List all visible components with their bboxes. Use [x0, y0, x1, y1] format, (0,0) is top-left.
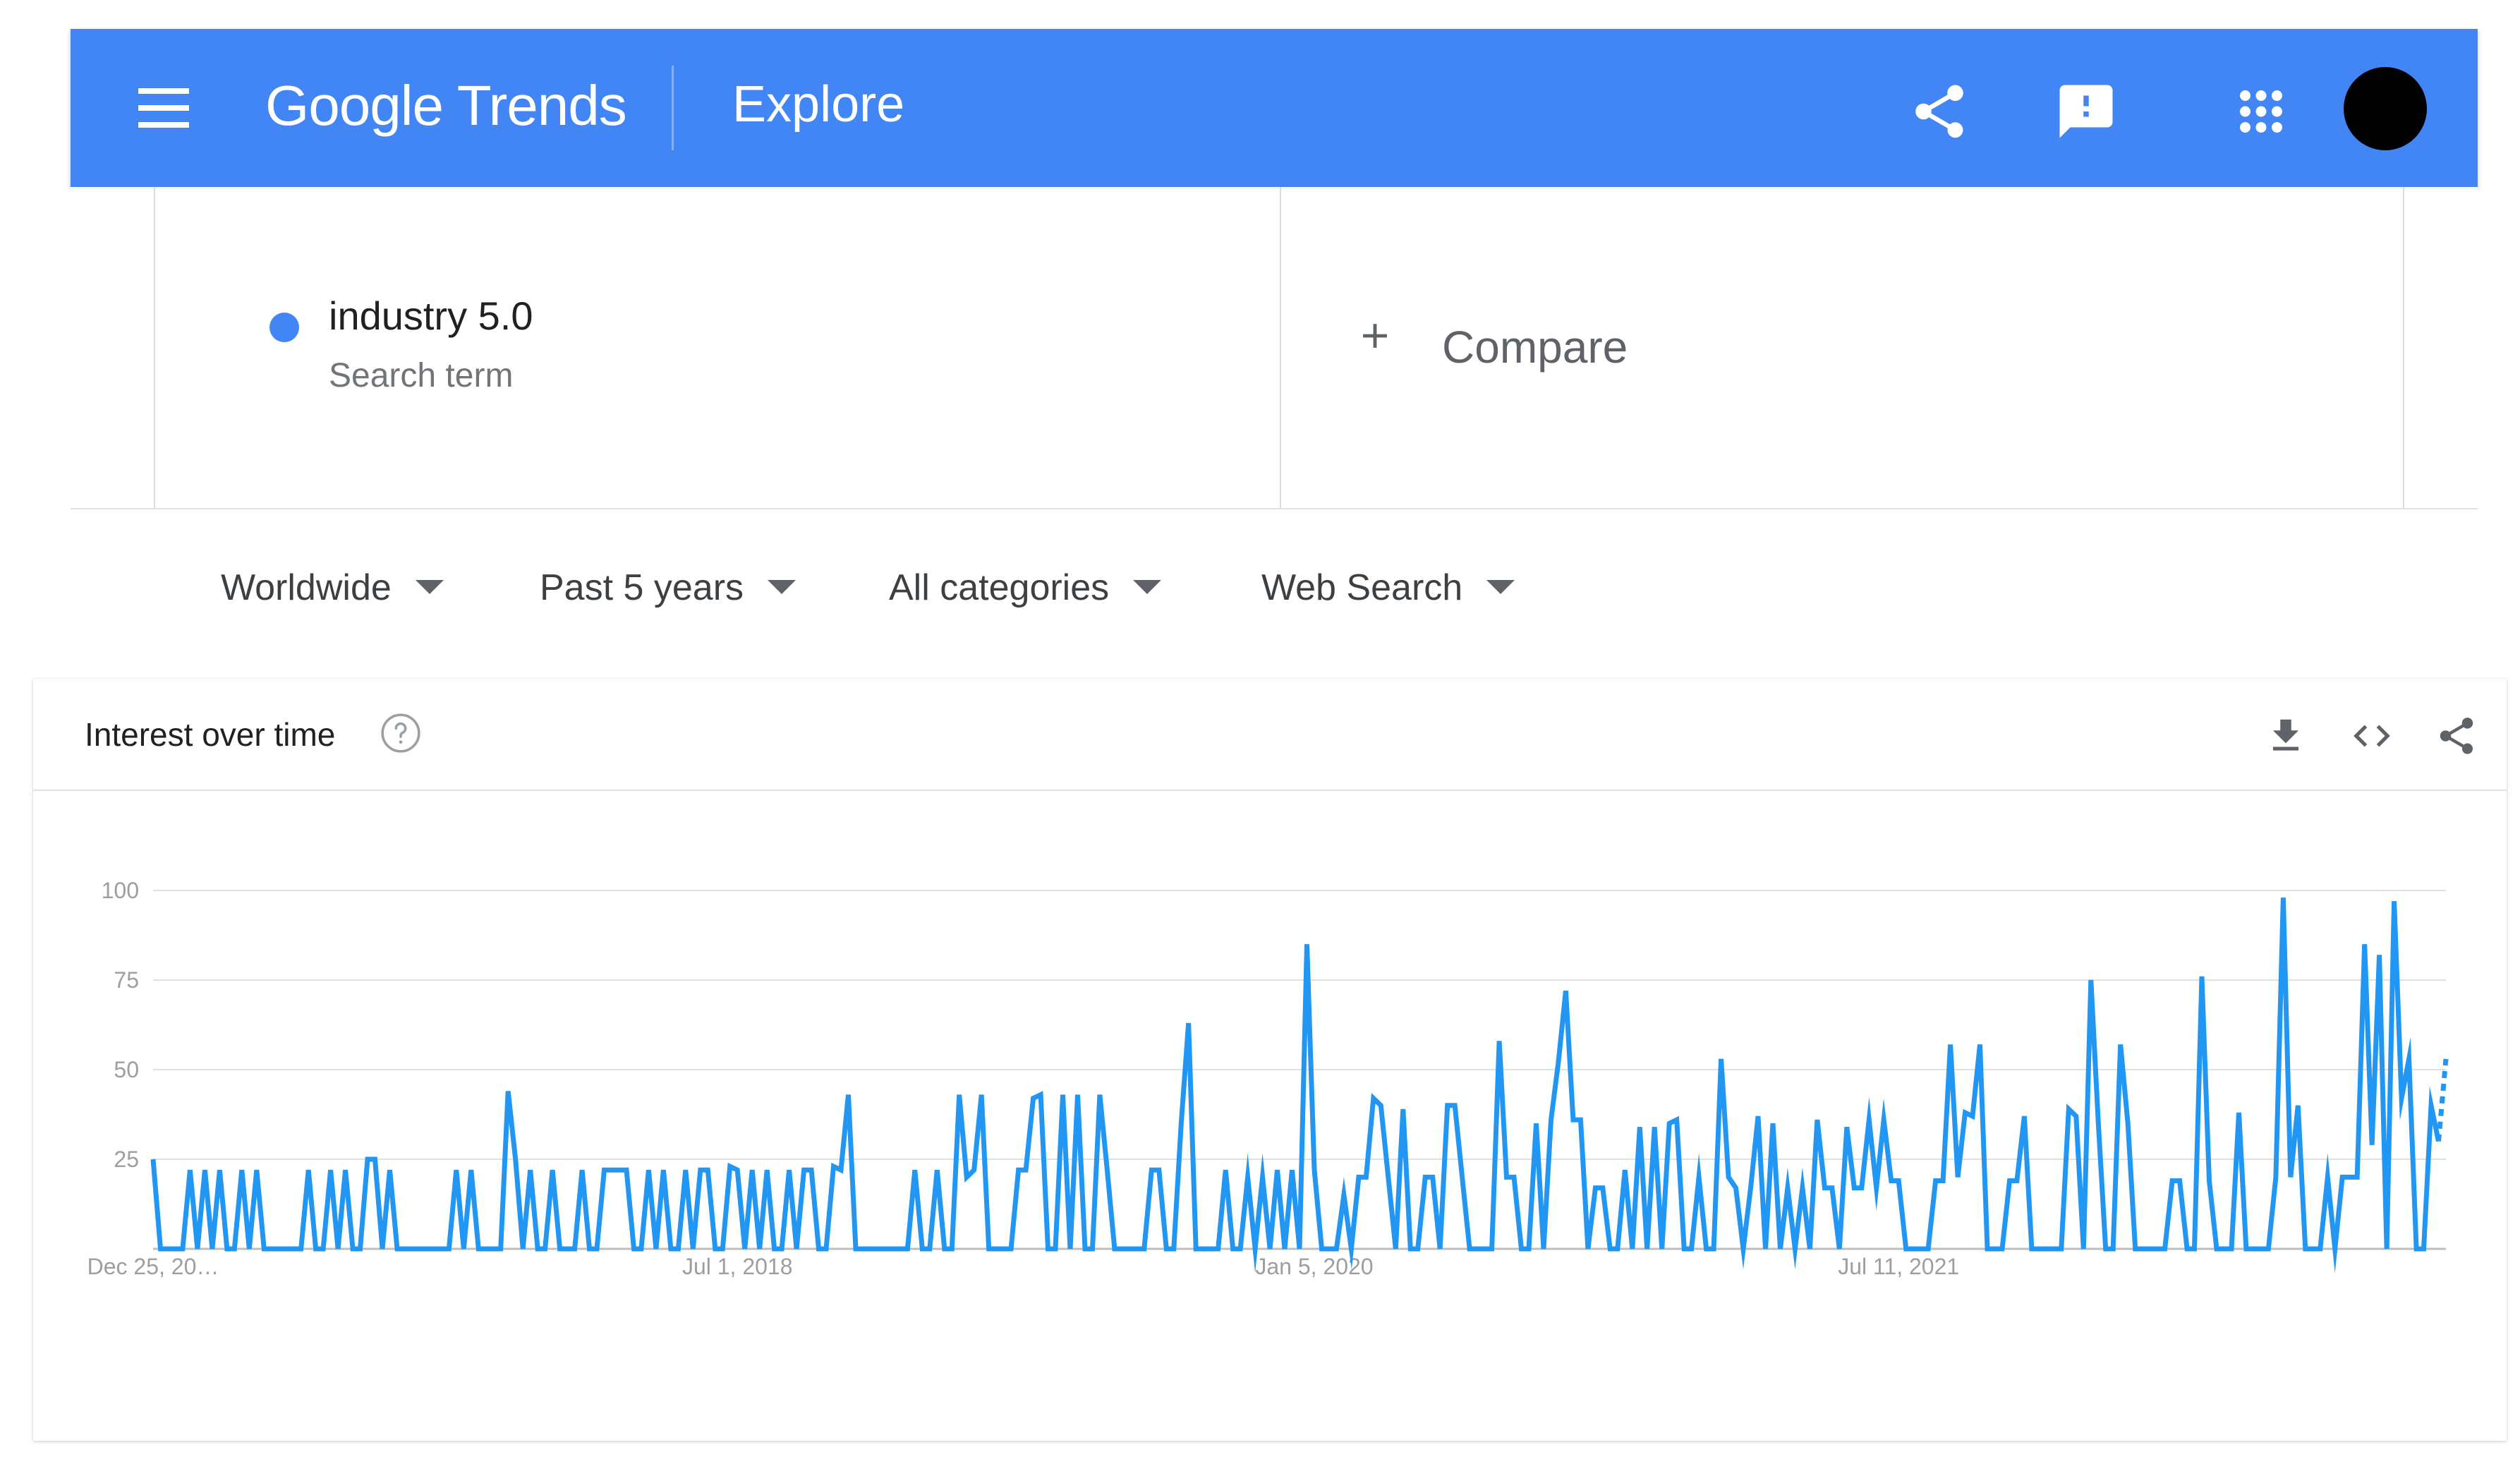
search-type-dropdown[interactable]: Web Search — [1261, 563, 1515, 612]
x-tick-label: Jul 1, 2018 — [682, 1254, 793, 1279]
y-tick-label: 50 — [114, 1057, 139, 1082]
x-tick-label: Dec 25, 20… — [87, 1254, 219, 1279]
series-line-industry-5-0 — [150, 897, 2441, 1274]
header-divider — [672, 66, 674, 150]
card-title: Interest over time — [85, 716, 336, 753]
search-term-card[interactable]: industry 5.0 Search term — [154, 187, 1281, 508]
share-icon[interactable] — [1908, 80, 1971, 143]
apps-icon[interactable] — [2229, 80, 2293, 143]
category-dropdown[interactable]: All categories — [889, 563, 1162, 612]
region-dropdown[interactable]: Worldwide — [221, 563, 444, 612]
menu-icon[interactable] — [138, 88, 189, 128]
y-tick-label: 100 — [102, 878, 139, 903]
search-term-name[interactable]: industry 5.0 — [329, 293, 533, 339]
search-type-label: Web Search — [1261, 567, 1463, 608]
time-range-label: Past 5 years — [540, 567, 744, 608]
account-avatar[interactable] — [2344, 67, 2427, 150]
interest-over-time-card: Interest over time 25 50 75 100 Dec 25, 20… J… — [33, 679, 2507, 1441]
feedback-icon[interactable] — [2054, 80, 2118, 143]
card-header: Interest over time — [33, 679, 2507, 791]
google-trends-logo[interactable]: Google Trends — [265, 67, 627, 145]
y-tick-label: 75 — [114, 967, 139, 993]
embed-icon[interactable] — [2350, 714, 2394, 758]
app-header: Google Trends Explore — [71, 29, 2478, 187]
filter-bar: Worldwide Past 5 years All categories We… — [71, 509, 2478, 658]
compare-label: Compare — [1442, 322, 1628, 373]
download-icon[interactable] — [2264, 714, 2308, 758]
dropdown-arrow-icon — [415, 580, 444, 595]
compare-button[interactable]: Compare — [1278, 187, 2404, 508]
dropdown-arrow-icon — [1133, 580, 1162, 595]
help-icon[interactable] — [379, 711, 423, 755]
category-label: All categories — [889, 567, 1110, 608]
series-line-partial — [2436, 1058, 2449, 1142]
dropdown-arrow-icon — [768, 580, 796, 595]
search-terms-panel: industry 5.0 Search term Compare — [71, 187, 2478, 509]
page-title: Explore — [732, 76, 905, 133]
term-color-dot — [269, 313, 299, 342]
interest-line-chart: 25 50 75 100 Dec 25, 20… Jul 1, 2018 Jan 5, 20… — [87, 878, 2449, 1279]
share-icon[interactable] — [2435, 714, 2478, 758]
x-tick-label: Jul 11, 2021 — [1838, 1254, 1959, 1279]
time-range-dropdown[interactable]: Past 5 years — [540, 563, 796, 612]
region-label: Worldwide — [221, 567, 392, 608]
x-tick-label: Jan 5, 2020 — [1255, 1254, 1373, 1279]
y-tick-label: 25 — [114, 1147, 139, 1172]
search-term-type: Search term — [329, 357, 514, 394]
plus-icon — [1363, 324, 1387, 348]
dropdown-arrow-icon — [1486, 580, 1515, 595]
